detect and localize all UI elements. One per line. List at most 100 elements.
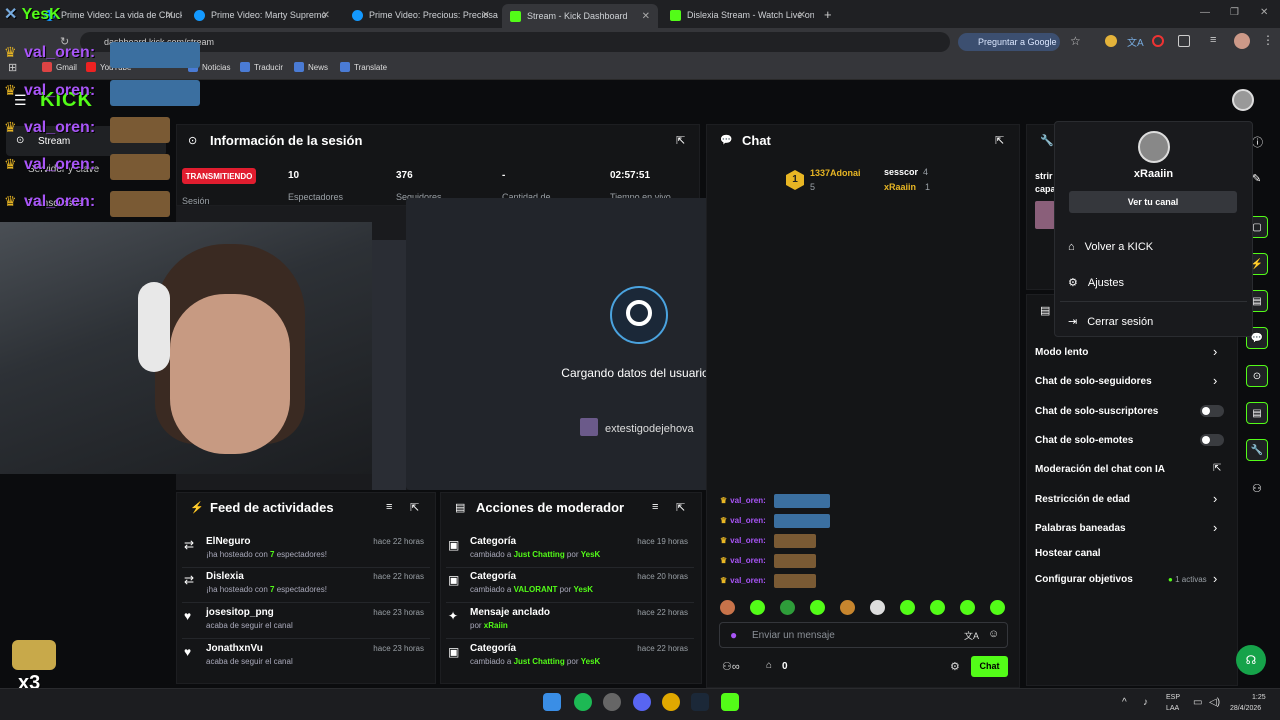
- ask-google-button[interactable]: Preguntar a Google: [958, 33, 1060, 51]
- bookmark-translate[interactable]: Translate: [340, 62, 387, 72]
- view-channel-button[interactable]: Ver tu canal: [1069, 191, 1237, 213]
- maximize-icon[interactable]: ❐: [1230, 7, 1239, 18]
- chevron-right-icon[interactable]: ›: [1213, 344, 1217, 359]
- popout-icon[interactable]: ⇱: [410, 501, 419, 514]
- profile-avatar[interactable]: [1234, 33, 1250, 49]
- chevron-right-icon[interactable]: ›: [1213, 571, 1217, 586]
- kick-taskbar-icon[interactable]: [721, 693, 739, 711]
- browser-tab-3[interactable]: Prime Video: Precious: Preciosa ✕: [344, 4, 498, 26]
- rail-broadcast-button[interactable]: ⊙: [1246, 365, 1268, 387]
- lang-indicator-2[interactable]: LAA: [1166, 705, 1179, 712]
- emote-icon[interactable]: [930, 600, 945, 615]
- mod-highlight[interactable]: xRaiin: [484, 621, 508, 630]
- translate-extension-icon[interactable]: 文A: [1127, 34, 1144, 49]
- filter-icon[interactable]: ≡: [386, 501, 392, 513]
- mod-by[interactable]: YesK: [573, 585, 593, 594]
- setting-host-channel[interactable]: Hostear canal: [1035, 548, 1101, 559]
- bookmark-news[interactable]: News: [294, 62, 328, 72]
- close-tab-icon[interactable]: ✕: [642, 11, 650, 22]
- emote-icon[interactable]: [960, 600, 975, 615]
- browser-tab-5[interactable]: Dislexia Stream - Watch Live on ✕: [662, 4, 814, 26]
- leader-name[interactable]: 1337Adonai: [810, 168, 861, 178]
- close-window-icon[interactable]: ✕: [1260, 7, 1268, 18]
- rail-panel-button[interactable]: ▤: [1246, 402, 1268, 424]
- chevron-right-icon[interactable]: ›: [1213, 491, 1217, 506]
- settings-gear-icon[interactable]: ⚙: [950, 660, 960, 673]
- mod-by[interactable]: YesK: [581, 657, 601, 666]
- network-icon[interactable]: ▭: [1193, 697, 1202, 708]
- close-tab-icon[interactable]: ✕: [166, 10, 174, 21]
- edit-icon[interactable]: ✎: [1252, 172, 1261, 185]
- chevron-right-icon[interactable]: ›: [1213, 373, 1217, 388]
- translate-icon[interactable]: 文A: [964, 629, 979, 642]
- user-avatar-button[interactable]: [1232, 89, 1254, 111]
- feed-user[interactable]: josesitop_png: [206, 607, 274, 618]
- chat-author[interactable]: val_oren:: [730, 516, 766, 525]
- leader-name[interactable]: xRaaiin: [884, 182, 916, 192]
- chat-author[interactable]: val_oren:: [730, 536, 766, 545]
- info-icon[interactable]: ⓘ: [1252, 134, 1263, 150]
- close-tab-icon[interactable]: ✕: [798, 10, 806, 21]
- emote-icon[interactable]: [810, 600, 825, 615]
- popout-icon[interactable]: ⇱: [676, 134, 685, 147]
- chat-author[interactable]: val_oren:: [730, 496, 766, 505]
- external-link-icon[interactable]: ⇱: [1213, 463, 1221, 474]
- minimize-icon[interactable]: —: [1200, 7, 1210, 18]
- menu-logout[interactable]: ⇥ Cerrar sesión: [1068, 315, 1153, 329]
- browser-tab-2[interactable]: Prime Video: Marty Supremo ✕: [186, 4, 338, 26]
- emoji-icon[interactable]: ☺: [988, 628, 999, 640]
- close-tab-icon[interactable]: ✕: [322, 10, 330, 21]
- clock-time[interactable]: 1:25: [1252, 694, 1266, 701]
- mod-by[interactable]: YesK: [581, 550, 601, 559]
- menu-settings[interactable]: ⚙ Ajustes: [1068, 276, 1124, 290]
- bookmark-star-icon[interactable]: ☆: [1070, 34, 1081, 48]
- app-icon[interactable]: [603, 693, 621, 711]
- spotify-icon[interactable]: [574, 693, 592, 711]
- new-tab-button[interactable]: +: [824, 7, 832, 22]
- send-chat-button[interactable]: Chat: [971, 656, 1008, 677]
- apps-grid-icon[interactable]: ⊞: [8, 61, 17, 74]
- chat-author[interactable]: val_oren:: [730, 556, 766, 565]
- volume-icon[interactable]: ◁): [1209, 697, 1220, 708]
- emote-icon[interactable]: [900, 600, 915, 615]
- setting-followers-only[interactable]: Chat de solo-seguidores: [1035, 376, 1152, 387]
- lang-indicator[interactable]: ESP: [1166, 694, 1180, 701]
- menu-back-to-kick[interactable]: ⌂ Volver a KICK: [1068, 241, 1153, 253]
- record-extension-icon[interactable]: [1152, 35, 1164, 47]
- popout-icon[interactable]: ⇱: [995, 134, 1004, 147]
- browser-menu-icon[interactable]: ⋮: [1262, 33, 1274, 47]
- reading-list-icon[interactable]: ≡: [1210, 34, 1216, 46]
- setting-age-restriction[interactable]: Restricción de edad: [1035, 494, 1130, 505]
- users-icon[interactable]: ⚇: [1252, 482, 1262, 495]
- chat-author[interactable]: val_oren:: [730, 576, 766, 585]
- setting-banned-words[interactable]: Palabras baneadas: [1035, 523, 1126, 534]
- filter-icon[interactable]: ≡: [652, 501, 658, 513]
- emote-icon[interactable]: [990, 600, 1005, 615]
- emote-icon[interactable]: [750, 600, 765, 615]
- emote-icon[interactable]: [780, 600, 795, 615]
- windows-start-icon[interactable]: [543, 693, 561, 711]
- feed-user[interactable]: ElNeguro: [206, 536, 250, 547]
- browser-tab-4[interactable]: Stream - Kick Dashboard ✕: [502, 4, 658, 28]
- subs-only-toggle[interactable]: [1200, 405, 1224, 417]
- popout-icon[interactable]: ⇱: [676, 501, 685, 514]
- bookmark-traducir[interactable]: Traducir: [240, 62, 283, 72]
- tray-chevron-icon[interactable]: ^: [1122, 697, 1127, 708]
- feed-user[interactable]: Dislexia: [206, 571, 244, 582]
- close-tab-icon[interactable]: ✕: [482, 10, 490, 21]
- emotes-only-toggle[interactable]: [1200, 434, 1224, 446]
- emote-icon[interactable]: [840, 600, 855, 615]
- setting-ai-moderation[interactable]: Moderación del chat con IA: [1035, 464, 1165, 475]
- extension-icon[interactable]: [1105, 35, 1117, 47]
- mic-tray-icon[interactable]: ♪: [1143, 697, 1148, 708]
- chat-input[interactable]: ● Enviar un mensaje 文A ☺: [719, 622, 1008, 648]
- rewards-icon[interactable]: ⚇∞: [722, 660, 740, 673]
- chrome-icon[interactable]: [662, 693, 680, 711]
- extensions-puzzle-icon[interactable]: [1178, 35, 1190, 47]
- chevron-right-icon[interactable]: ›: [1213, 520, 1217, 535]
- url-field[interactable]: dashboard.kick.com/stream: [80, 32, 950, 52]
- bookmark-gmail[interactable]: Gmail: [42, 62, 77, 72]
- support-headset-button[interactable]: ☊: [1236, 645, 1266, 675]
- rail-wrench-button[interactable]: 🔧: [1246, 439, 1268, 461]
- feed-user[interactable]: JonathxnVu: [206, 643, 263, 654]
